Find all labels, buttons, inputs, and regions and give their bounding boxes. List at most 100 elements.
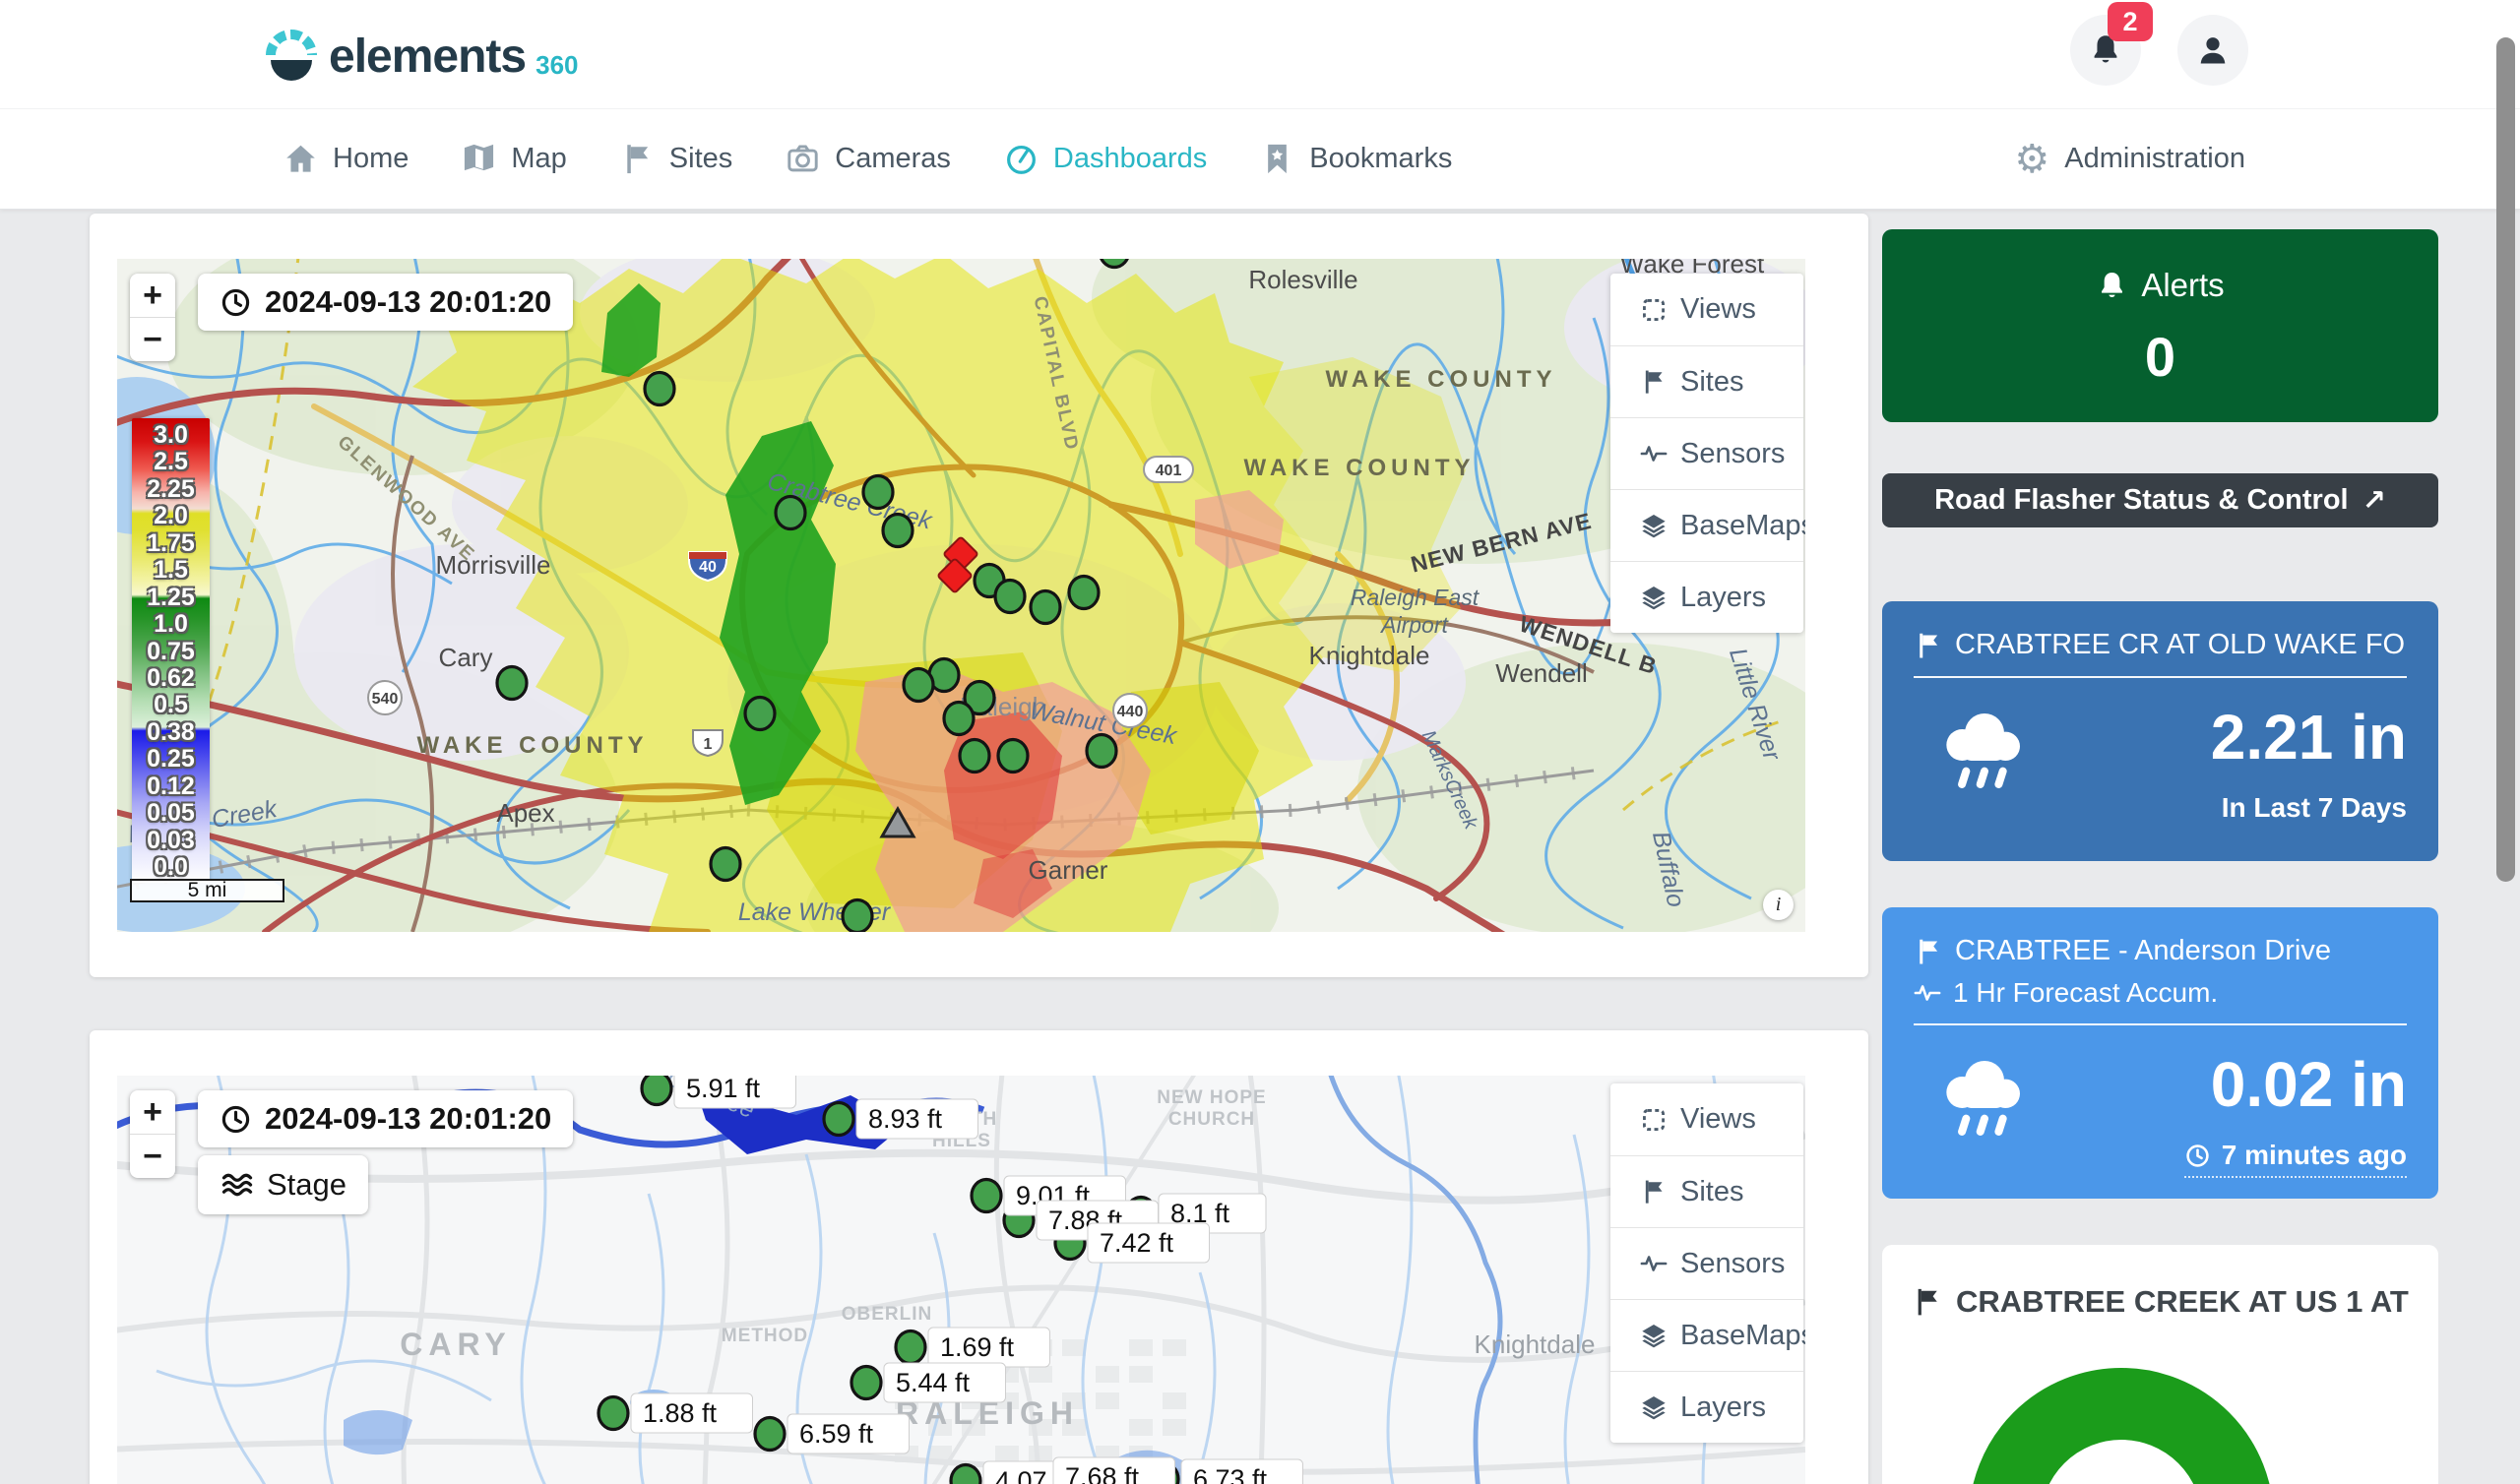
precip-value: 0.02 in — [2184, 1053, 2407, 1116]
rain-card-1[interactable]: CRABTREE - Anderson Drive 1 Hr Forecast … — [1882, 907, 2438, 1199]
map-control-basemaps[interactable]: BaseMaps — [1610, 1299, 1803, 1371]
site-marker[interactable] — [1069, 577, 1099, 609]
home-icon — [284, 142, 318, 176]
rain-card-0[interactable]: CRABTREE CR AT OLD WAKE FOREST RD 2.21 i… — [1882, 601, 2438, 861]
flag-icon — [1914, 631, 1943, 660]
stage-marker[interactable] — [642, 1076, 671, 1105]
rainfall-map[interactable]: Wake ForestRolesvilleWAKE COUNTYWAKE COU… — [117, 259, 1805, 932]
map-control-views[interactable]: Views — [1610, 274, 1803, 345]
road-flasher-button[interactable]: Road Flasher Status & Control ↗ — [1882, 473, 2438, 527]
sensors-icon — [1640, 440, 1668, 467]
site-marker[interactable] — [904, 669, 933, 702]
card-title-row: CRABTREE CR AT OLD WAKE FOREST RD — [1914, 629, 2407, 661]
stage-marker[interactable] — [824, 1103, 853, 1136]
stage-marker[interactable] — [598, 1397, 628, 1430]
page-scrollbar[interactable] — [2496, 37, 2515, 882]
stage-value: 1.69 ft — [940, 1332, 1015, 1362]
stage-map[interactable]: CARYOBERLINMETHODRALEIGHNORTHHILLSNEW HO… — [117, 1076, 1805, 1484]
site-marker[interactable] — [497, 667, 527, 700]
timestamp-chip[interactable]: 2024-09-13 20:01:20 — [198, 1090, 573, 1147]
map-control-sites[interactable]: Sites — [1610, 1155, 1803, 1227]
map-control-sensors[interactable]: Sensors — [1610, 417, 1803, 489]
stage-marker[interactable] — [755, 1418, 785, 1451]
rain-cloud-icon — [1937, 1053, 2032, 1140]
flag-icon — [1912, 1286, 1943, 1318]
map-control-panel: ViewsSitesSensorsBaseMapsLayers — [1610, 1083, 1803, 1443]
nav-item-dashboards[interactable]: Dashboards — [1004, 142, 1207, 176]
views-icon — [1640, 296, 1668, 324]
site-marker[interactable] — [645, 373, 674, 405]
stage-layer-chip[interactable]: Stage — [198, 1155, 368, 1214]
main-nav: Home Map Sites Cameras Dashboards Bookmarks ⚙… — [0, 108, 2520, 210]
site-marker[interactable] — [745, 698, 775, 730]
map-label: Knightdale — [1475, 1329, 1596, 1359]
clock-icon — [220, 1103, 252, 1136]
stage-marker[interactable] — [896, 1331, 925, 1364]
site-marker[interactable] — [960, 740, 989, 773]
svg-text:401: 401 — [1156, 463, 1182, 479]
nav-item-bookmarks[interactable]: Bookmarks — [1260, 142, 1452, 176]
brand-logo[interactable]: elements 360 — [264, 26, 579, 81]
map-control-sensors[interactable]: Sensors — [1610, 1227, 1803, 1299]
timestamp-chip[interactable]: 2024-09-13 20:01:20 — [198, 274, 573, 331]
site-marker[interactable] — [995, 581, 1025, 613]
route-shield: 1 — [693, 730, 723, 756]
gear-icon: ⚙ — [2014, 140, 2049, 179]
flag-icon — [1640, 368, 1668, 396]
layers-icon — [1640, 584, 1668, 611]
layers-icon — [1640, 512, 1668, 539]
site-marker[interactable] — [1031, 591, 1060, 624]
zoom-in-button[interactable]: + — [130, 274, 175, 317]
map-control-basemaps[interactable]: BaseMaps — [1610, 489, 1803, 561]
map-control-layers[interactable]: Layers — [1610, 561, 1803, 633]
stage-marker[interactable] — [951, 1465, 980, 1484]
stage-marker[interactable] — [851, 1367, 881, 1399]
alerts-card[interactable]: Alerts 0 — [1882, 229, 2438, 422]
zoom-out-button[interactable]: − — [130, 1135, 175, 1178]
waves-icon — [220, 1167, 255, 1203]
views-icon — [1640, 1106, 1668, 1134]
map-label: Wendell — [1495, 658, 1587, 688]
site-marker[interactable] — [883, 515, 913, 547]
brand-suffix: 360 — [536, 49, 578, 82]
card-title-row: CRABTREE - Anderson Drive — [1914, 935, 2407, 967]
gauge-ring — [1969, 1368, 2274, 1484]
nav-item-cameras[interactable]: Cameras — [786, 142, 951, 176]
info-button[interactable]: i — [1763, 890, 1794, 920]
site-marker[interactable] — [776, 497, 805, 529]
gauge-card-title: CRABTREE CREEK AT US 1 AT RA… — [1956, 1284, 2409, 1320]
nav-item-map[interactable]: Map — [462, 142, 566, 176]
stage-marker[interactable] — [972, 1180, 1001, 1212]
notifications-button[interactable]: 2 — [2070, 15, 2141, 86]
rainfall-map-canvas[interactable]: Wake ForestRolesvilleWAKE COUNTYWAKE COU… — [117, 259, 1805, 932]
gauge-card-title-row: CRABTREE CREEK AT US 1 AT RA… — [1912, 1284, 2409, 1320]
site-marker[interactable] — [711, 848, 740, 881]
svg-text:440: 440 — [1117, 704, 1144, 720]
stage-value: 1.88 ft — [643, 1398, 718, 1428]
map-label: Knightdale — [1309, 641, 1430, 670]
user-menu-button[interactable] — [2177, 15, 2248, 86]
nav-items: Home Map Sites Cameras Dashboards Bookmarks — [284, 142, 1452, 176]
nav-item-administration[interactable]: ⚙ Administration — [2014, 140, 2245, 179]
alerts-title: Alerts — [2141, 267, 2224, 304]
site-marker[interactable] — [843, 900, 872, 933]
site-marker[interactable] — [1087, 735, 1116, 768]
map-control-views[interactable]: Views — [1610, 1083, 1803, 1155]
zoom-out-button[interactable]: − — [130, 318, 175, 361]
clock-icon — [220, 286, 252, 319]
stage-value: 6.59 ft — [799, 1419, 874, 1449]
map-control-sites[interactable]: Sites — [1610, 345, 1803, 417]
map-control-layers[interactable]: Layers — [1610, 1371, 1803, 1443]
map-label: CARY — [400, 1327, 511, 1362]
map-control-panel: ViewsSitesSensorsBaseMapsLayers — [1610, 274, 1803, 633]
flag-icon — [1640, 1178, 1668, 1206]
nav-item-home[interactable]: Home — [284, 142, 409, 176]
gauge-card[interactable]: CRABTREE CREEK AT US 1 AT RA… — [1882, 1245, 2438, 1484]
zoom-in-button[interactable]: + — [130, 1090, 175, 1134]
map-label: WAKE COUNTY — [1244, 455, 1476, 481]
nav-item-sites[interactable]: Sites — [620, 142, 732, 176]
site-marker[interactable] — [998, 740, 1028, 773]
divider — [1914, 1023, 2407, 1025]
site-marker[interactable] — [863, 476, 893, 509]
site-marker[interactable] — [944, 703, 974, 735]
